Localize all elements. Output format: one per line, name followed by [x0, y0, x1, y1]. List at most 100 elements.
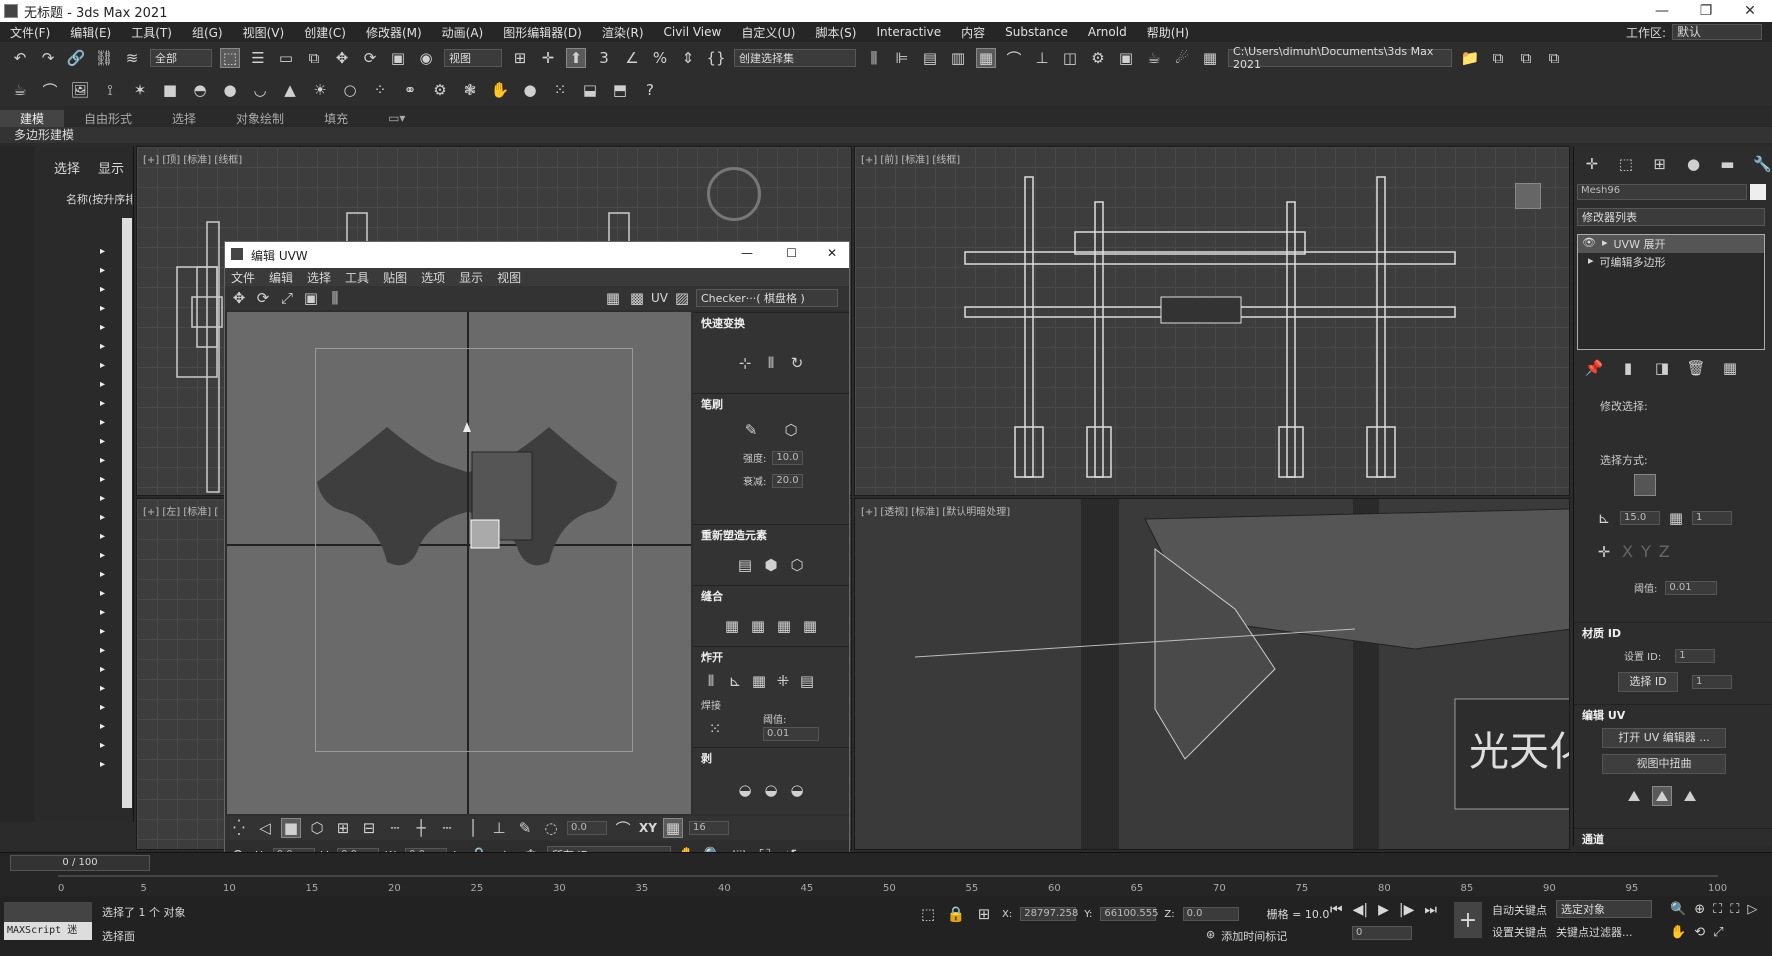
play-icon[interactable]: ▶	[1378, 902, 1389, 918]
cmd-threshold-field[interactable]: 0.01	[1665, 580, 1718, 595]
scatter-icon[interactable]: ⁘	[370, 80, 390, 100]
keyboard-shortcut-icon[interactable]: ⬆	[566, 48, 586, 68]
select-manipulate-icon[interactable]: ✛	[538, 48, 558, 68]
scene-tab-display[interactable]: 显示	[98, 158, 124, 177]
bind-space-warp-icon[interactable]: ≋	[122, 48, 142, 68]
brush-relax-icon[interactable]: ⬡	[781, 420, 801, 440]
uv-xy-label[interactable]: XY	[639, 821, 657, 835]
tree-expand-icon[interactable]: ▸	[100, 736, 114, 755]
maximize-viewport-icon[interactable]: ⤢	[1713, 925, 1723, 940]
menu-item[interactable]: Civil View	[654, 25, 732, 39]
explode-1-icon[interactable]: ⫴	[701, 671, 721, 691]
menu-item[interactable]: 脚本(S)	[805, 24, 866, 41]
menu-item[interactable]: 工具(T)	[121, 24, 182, 41]
pan-icon[interactable]: ✋	[1670, 925, 1686, 940]
tree-expand-icon[interactable]: ▸	[100, 432, 114, 451]
front-viewcube-icon[interactable]	[1515, 183, 1541, 209]
tree-expand-icon[interactable]: ▸	[100, 717, 114, 736]
uvw-menu-item[interactable]: 选择	[307, 269, 331, 286]
falloff-field[interactable]: 20.0	[772, 473, 803, 488]
timeline[interactable]: 0 / 100 0 5 10 15 20 25 30 35 40 45 50 55 60 65 70 75 80…	[0, 852, 1772, 896]
display-tab-icon[interactable]: ▬	[1719, 154, 1735, 174]
tree-expand-icon[interactable]: ▸	[100, 489, 114, 508]
paint-icon[interactable]: ⬒	[610, 80, 630, 100]
link-icon[interactable]: 🔗	[66, 48, 86, 68]
viewport-front[interactable]: [+] [前] [标准] [线框]	[854, 146, 1570, 496]
project-icon-4[interactable]: ⧉	[1544, 48, 1564, 68]
workspace-selector[interactable]: 工作区: 默认	[1626, 22, 1762, 42]
uv-curve-icon[interactable]: ⌒	[613, 818, 633, 838]
tree-expand-icon[interactable]: ▸	[100, 641, 114, 660]
reshape-relax-icon[interactable]: ⬢	[761, 555, 781, 575]
link-obj-icon[interactable]: ⚭	[400, 80, 420, 100]
place-icon[interactable]: ◉	[416, 48, 436, 68]
scene-scrollbar[interactable]	[122, 218, 132, 808]
select-id-button[interactable]: 选择 ID	[1618, 672, 1678, 692]
uvw-menu-item[interactable]: 工具	[345, 269, 369, 286]
uv-element-icon[interactable]: ⬡	[307, 818, 327, 838]
tree-expand-icon[interactable]: ▸	[100, 584, 114, 603]
angle-field[interactable]: 15.0	[1620, 511, 1660, 525]
uvw-titlebar[interactable]: 编辑 UVW — ☐ ✕	[225, 242, 849, 268]
uv-edge-sel-icon[interactable]: ┄	[437, 818, 457, 838]
select-move-icon[interactable]: ✥	[332, 48, 352, 68]
help-icon[interactable]: ?	[640, 80, 660, 100]
layer-explorer-icon[interactable]: ▥	[948, 48, 968, 68]
uv-shrink-icon[interactable]: ⊟	[359, 818, 379, 838]
qt-distribute-icon[interactable]: ⫴	[761, 353, 781, 373]
quick-transform-header[interactable]: 快速变换	[693, 312, 849, 333]
render-active-icon[interactable]: ☄	[1172, 48, 1192, 68]
peel-3-icon[interactable]: ◒	[787, 780, 807, 800]
select-by-name-icon[interactable]: ☰	[248, 48, 268, 68]
select-rotate-icon[interactable]: ⟳	[360, 48, 380, 68]
fov-icon[interactable]: ▷	[1747, 902, 1757, 917]
menu-item[interactable]: 视图(V)	[233, 24, 295, 41]
select-by-element-icon[interactable]	[1634, 474, 1656, 496]
snap-3d-icon[interactable]: 3	[594, 48, 614, 68]
open-uv-editor-button[interactable]: 打开 UV 编辑器 ...	[1602, 728, 1726, 748]
uv-soft-icon[interactable]: ◌	[541, 818, 561, 838]
strength-field[interactable]: 10.0	[772, 450, 803, 465]
stitch-4-icon[interactable]: ▦	[800, 616, 820, 636]
scene-name-header[interactable]: 名称(按升序排	[66, 191, 133, 207]
material-editor-icon[interactable]: ◫	[1060, 48, 1080, 68]
minimize-button[interactable]: —	[1640, 0, 1684, 22]
uvw-menu-item[interactable]: 编辑	[269, 269, 293, 286]
tree-expand-icon[interactable]: ▸	[100, 603, 114, 622]
uvw-menu-item[interactable]: 文件	[231, 269, 255, 286]
menu-item[interactable]: 图形编辑器(D)	[493, 24, 592, 41]
menu-item[interactable]: 创建(C)	[294, 24, 356, 41]
menu-item[interactable]: 自定义(U)	[731, 24, 805, 41]
menu-item[interactable]: Substance	[995, 25, 1078, 39]
axis-y[interactable]: Y	[1641, 542, 1651, 562]
z-field[interactable]: 0.0	[1182, 907, 1239, 921]
count-icon[interactable]: ▦	[1666, 508, 1686, 528]
stack-item-unwrap[interactable]: 👁 ▸ UVW 展开	[1578, 235, 1764, 253]
object-name-field[interactable]: Mesh96	[1577, 184, 1747, 200]
remove-modifier-icon[interactable]: 🗑	[1686, 358, 1706, 378]
tree-expand-icon[interactable]: ▸	[100, 565, 114, 584]
explode-2-icon[interactable]: ⊾	[725, 671, 745, 691]
set-key-button[interactable]: 设置关键点	[1492, 924, 1547, 940]
tree-expand-icon[interactable]: ▸	[100, 470, 114, 489]
tree-expand-icon[interactable]: ▸	[100, 527, 114, 546]
spinner-snap-icon[interactable]: ⇕	[678, 48, 698, 68]
tweak-in-view-button[interactable]: 视图中扭曲	[1602, 754, 1726, 774]
hair-icon[interactable]: ❃	[460, 80, 480, 100]
menu-item[interactable]: 文件(F)	[0, 24, 60, 41]
uvw-menu-item[interactable]: 贴图	[383, 269, 407, 286]
select-scale-icon[interactable]: ▣	[388, 48, 408, 68]
isolate-icon[interactable]: ⬚	[918, 904, 938, 924]
uvw-close-button[interactable]: ✕	[827, 246, 837, 260]
utilities-tab-icon[interactable]: 🔧	[1753, 154, 1772, 174]
arnold-icon[interactable]: ▦	[1200, 48, 1220, 68]
bowl-icon[interactable]: ◡	[250, 80, 270, 100]
menu-item[interactable]: 帮助(H)	[1137, 24, 1199, 41]
axis-z[interactable]: Z	[1659, 542, 1670, 562]
ribbon-tab-modeling[interactable]: 建模	[0, 109, 65, 127]
tree-expand-icon[interactable]: ▸	[100, 299, 114, 318]
time-tag[interactable]: ⊛ 添加时间标记	[1206, 928, 1287, 944]
zoom-extents-all-icon[interactable]: ⛶	[1730, 902, 1739, 917]
tree-expand-icon[interactable]: ▸	[100, 546, 114, 565]
close-button[interactable]: ✕	[1728, 0, 1772, 22]
